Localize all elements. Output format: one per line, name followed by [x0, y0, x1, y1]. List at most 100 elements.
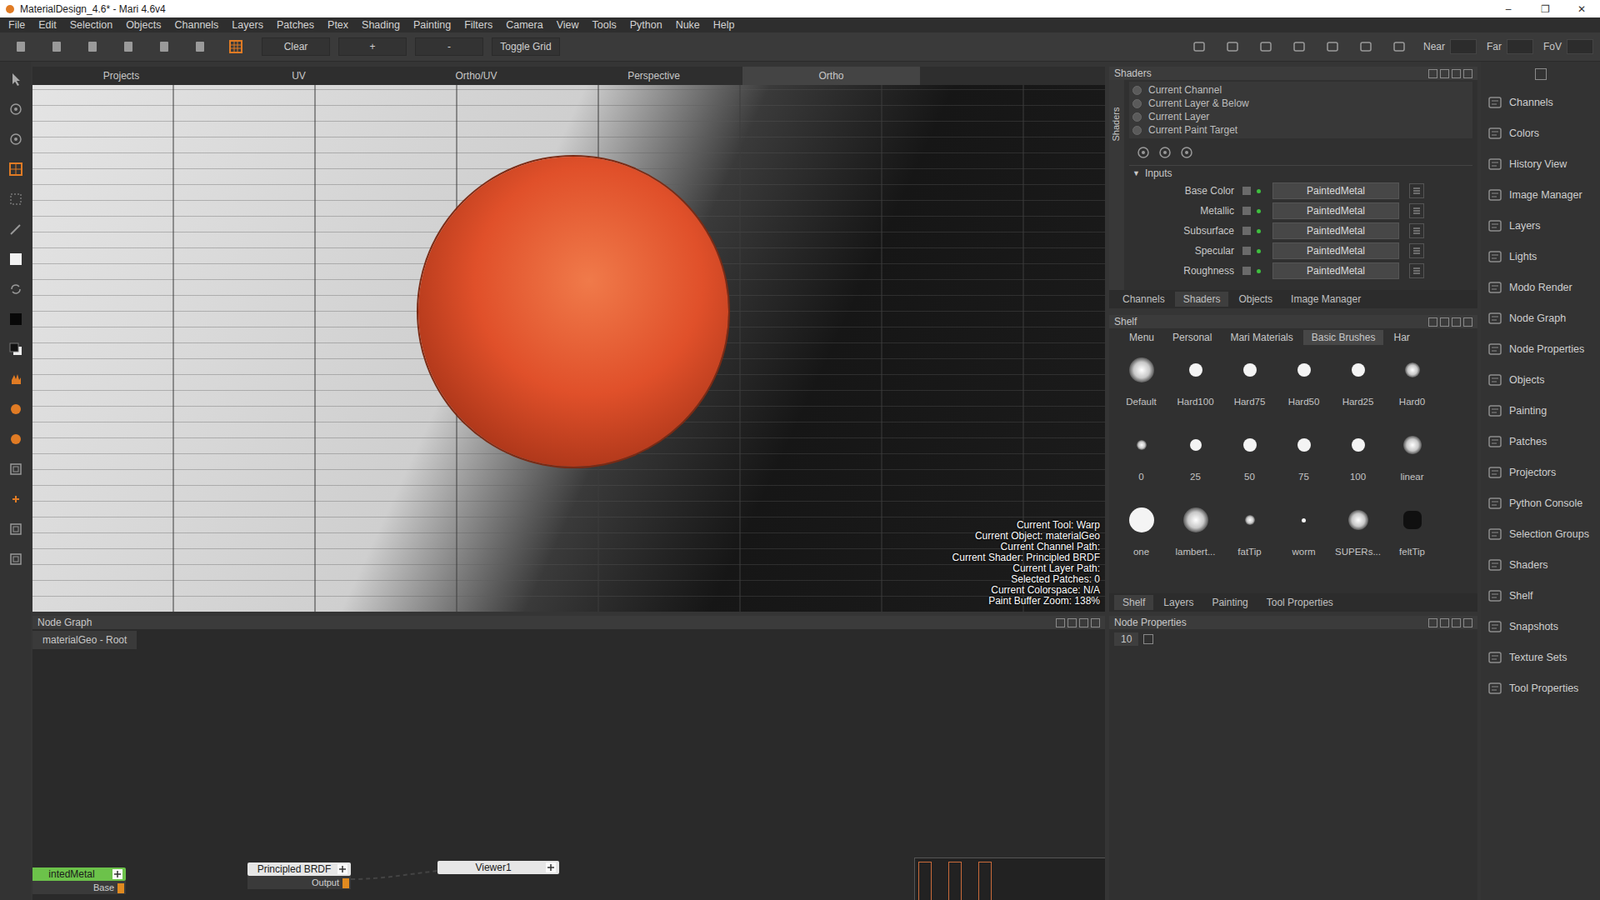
window-control-button[interactable]: – — [1490, 3, 1527, 15]
panel-button-icon[interactable] — [1428, 69, 1438, 79]
radio-icon[interactable] — [1132, 125, 1142, 135]
brush-item[interactable]: 25 — [1168, 426, 1223, 502]
panel-button-icon[interactable] — [1079, 618, 1089, 628]
radio-icon[interactable] — [1132, 99, 1142, 109]
brush-item[interactable]: lambert... — [1168, 501, 1223, 577]
camera-tool-icon[interactable] — [1385, 36, 1414, 57]
menu-item[interactable]: Patches — [270, 19, 321, 31]
panel-button-icon[interactable] — [1451, 69, 1461, 79]
panel-button-icon[interactable] — [1428, 618, 1438, 628]
camera-field-input[interactable] — [1566, 39, 1594, 55]
graph-node[interactable]: Principled BRDF Output — [247, 862, 351, 890]
panel-button-icon[interactable] — [1463, 317, 1473, 327]
camera-tool-icon[interactable] — [1351, 36, 1380, 57]
menu-item[interactable]: Channels — [168, 19, 226, 31]
panel-button-icon[interactable] — [1440, 618, 1450, 628]
panel-button-icon[interactable] — [1440, 69, 1450, 79]
panel-tab[interactable]: Layers — [1155, 595, 1202, 610]
shelf-tab[interactable]: Har — [1385, 330, 1418, 345]
input-checkbox[interactable] — [1242, 206, 1251, 215]
left-tool-icon[interactable] — [6, 460, 25, 479]
left-tool-icon[interactable] — [6, 70, 25, 89]
menu-item[interactable]: Ptex — [320, 19, 355, 31]
sidebar-item[interactable]: Python Console — [1480, 487, 1600, 519]
shelf-tab[interactable]: Mari Materials — [1221, 330, 1301, 345]
tool-icon[interactable] — [42, 36, 71, 57]
viewport-canvas[interactable]: Current Tool: WarpCurrent Object: materi… — [32, 85, 1105, 612]
property-count-field[interactable]: 10 — [1114, 632, 1139, 646]
viewport-tab[interactable]: Ortho — [742, 66, 920, 85]
toolbar-button[interactable]: Clear — [261, 37, 330, 56]
panel-tab[interactable]: Channels — [1114, 291, 1174, 307]
brush-item[interactable]: Hard0 — [1385, 351, 1440, 427]
input-menu-icon[interactable] — [1409, 203, 1425, 219]
left-tool-icon[interactable] — [6, 550, 25, 569]
viewport-tab[interactable]: Ortho/UV — [387, 66, 565, 85]
sidebar-item[interactable]: Colors — [1480, 117, 1600, 149]
tool-icon[interactable] — [114, 36, 143, 57]
menu-item[interactable]: File — [1, 19, 32, 31]
panel-button-icon[interactable] — [1055, 618, 1065, 628]
brush-item[interactable]: 0 — [1114, 426, 1169, 502]
left-tool-icon[interactable] — [6, 220, 25, 239]
input-menu-icon[interactable] — [1409, 243, 1425, 259]
radio-icon[interactable] — [1132, 112, 1142, 122]
shelf-tab[interactable]: Basic Brushes — [1303, 330, 1385, 345]
panel-tab[interactable]: Shelf — [1114, 595, 1154, 610]
panel-button-icon[interactable] — [1451, 618, 1461, 628]
camera-tool-icon[interactable] — [1285, 36, 1314, 57]
panel-tab[interactable]: Objects — [1230, 291, 1281, 307]
graph-node[interactable]: Viewer1 — [437, 860, 560, 875]
menu-item[interactable]: Shading — [355, 19, 407, 31]
node-add-icon[interactable] — [112, 869, 123, 880]
node-header[interactable]: Viewer1 — [437, 860, 560, 875]
panel-button-icon[interactable] — [1463, 618, 1473, 628]
sidebar-item[interactable]: Image Manager — [1480, 179, 1600, 210]
menu-item[interactable]: Python — [623, 19, 670, 31]
window-control-button[interactable]: ✕ — [1563, 3, 1600, 15]
sidebar-item[interactable]: Projectors — [1480, 456, 1600, 488]
panel-button-icon[interactable] — [1451, 317, 1461, 327]
sidebar-item[interactable]: Snapshots — [1480, 610, 1600, 642]
sidebar-item[interactable]: Painting — [1480, 395, 1600, 426]
left-tool-icon[interactable] — [6, 340, 25, 359]
viewport-tab[interactable]: Perspective — [565, 66, 743, 85]
brush-item[interactable]: SUPERs... — [1330, 501, 1385, 577]
brush-item[interactable]: feltTip — [1385, 501, 1440, 577]
camera-tool-icon[interactable] — [1185, 36, 1214, 57]
node-minimap[interactable] — [914, 857, 1105, 900]
property-pin-icon[interactable] — [1143, 634, 1154, 645]
brush-item[interactable]: 50 — [1222, 426, 1277, 502]
menu-item[interactable]: Camera — [499, 19, 550, 31]
left-tool-icon[interactable] — [6, 280, 25, 299]
sidebar-item[interactable]: Node Graph — [1480, 302, 1600, 334]
input-value-field[interactable]: PaintedMetal — [1272, 242, 1400, 260]
menu-item[interactable]: Nuke — [669, 19, 707, 31]
camera-tool-icon[interactable] — [1318, 36, 1347, 57]
left-tool-icon[interactable] — [6, 370, 25, 389]
breadcrumb-tab[interactable]: materialGeo - Root — [32, 630, 137, 650]
tool-icon[interactable] — [6, 36, 35, 57]
node-port[interactable]: Base — [32, 880, 126, 895]
sidebar-item[interactable]: Node Properties — [1480, 333, 1600, 365]
sidebar-item[interactable]: Shelf — [1480, 580, 1600, 611]
node-header[interactable]: intedMetal — [32, 867, 126, 881]
left-tool-icon[interactable] — [6, 160, 25, 179]
tool-icon[interactable] — [150, 36, 179, 57]
inputs-header[interactable]: ▼Inputs — [1129, 165, 1473, 181]
panel-button-icon[interactable] — [1440, 317, 1450, 327]
menu-item[interactable]: View — [550, 19, 586, 31]
viewport-tab[interactable]: UV — [210, 66, 388, 85]
left-tool-icon[interactable] — [6, 250, 25, 269]
camera-field-input[interactable] — [1506, 39, 1534, 55]
brush-item[interactable]: one — [1114, 501, 1169, 577]
node-header[interactable]: Principled BRDF — [247, 862, 351, 876]
menu-item[interactable]: Layers — [225, 19, 270, 31]
menu-item[interactable]: Objects — [119, 19, 168, 31]
shader-mode-option[interactable]: Current Layer — [1132, 110, 1470, 124]
sidebar-item[interactable]: Patches — [1480, 425, 1600, 457]
window-control-button[interactable]: ❐ — [1526, 3, 1564, 15]
input-checkbox[interactable] — [1242, 226, 1251, 235]
brush-item[interactable]: Hard100 — [1168, 351, 1223, 427]
shader-action-icon[interactable] — [1157, 145, 1173, 160]
